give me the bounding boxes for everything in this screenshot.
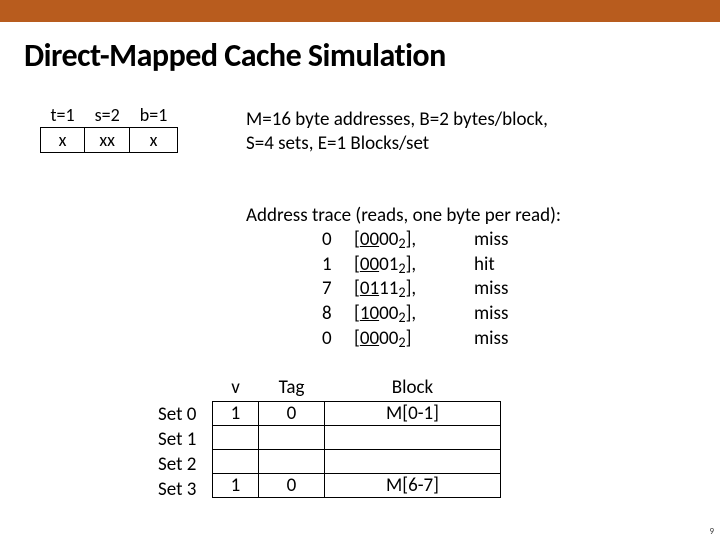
cache-cell-tag: 0	[259, 402, 325, 426]
trace-result: miss	[474, 327, 554, 352]
slide-title: Direct-Mapped Cache Simulation	[24, 36, 446, 75]
cache-cell-v	[213, 426, 259, 450]
cache-cell-block: M[0-1]	[325, 402, 501, 426]
bitfield-header-t: t=1	[41, 106, 85, 127]
trace-heading: Address trace (reads, one byte per read)…	[246, 204, 561, 228]
cache-row: 10M[6-7]	[213, 474, 501, 498]
accent-bar	[0, 0, 720, 22]
bitfield-header-b: b=1	[130, 106, 178, 127]
cache-cell-tag: 0	[259, 474, 325, 498]
trace-result: miss	[474, 228, 554, 253]
bitfield-cell-b: x	[130, 127, 178, 152]
cache-row-label: Set 3	[158, 477, 196, 502]
cache-cell-v: 1	[213, 402, 259, 426]
params-line-1: M=16 byte addresses, B=2 bytes/block,	[246, 108, 548, 132]
trace-addr: 8	[322, 302, 354, 327]
bitfield-cell-t: x	[41, 127, 85, 152]
trace-result: hit	[474, 253, 554, 278]
cache-row	[213, 450, 501, 474]
cache-cell-tag	[259, 450, 325, 474]
bitfield-cell-s: xx	[85, 127, 130, 152]
cache-cell-block	[325, 426, 501, 450]
cache-row-label: Set 2	[158, 452, 196, 477]
bitfield-table: t=1 s=2 b=1 x xx x	[40, 106, 178, 153]
trace-addr: 7	[322, 277, 354, 302]
trace-bits: [01112],	[354, 277, 474, 302]
trace-row: 7[01112],miss	[246, 277, 561, 302]
cache-row-label: Set 1	[158, 427, 196, 452]
trace-row: 0[00002]miss	[246, 327, 561, 352]
cache-col-v: v	[213, 376, 259, 402]
cache-col-blk: Block	[325, 376, 501, 402]
trace-bits: [10002],	[354, 302, 474, 327]
trace-result: miss	[474, 302, 554, 327]
cache-cell-block	[325, 450, 501, 474]
bitfield-header-s: s=2	[85, 106, 130, 127]
cache-table: v Tag Block 10M[0-1]10M[6-7]	[212, 376, 501, 498]
trace-bits: [00002]	[354, 327, 474, 352]
cache-row	[213, 426, 501, 450]
trace-row: 1[00012],hit	[246, 253, 561, 278]
slide-body: Direct-Mapped Cache Simulation t=1 s=2 b…	[0, 22, 720, 540]
cache-cell-v	[213, 450, 259, 474]
cache-table-wrap: Set 0Set 1Set 2Set 3 v Tag Block 10M[0-1…	[212, 376, 501, 498]
trace-addr: 1	[322, 253, 354, 278]
cache-col-tag: Tag	[259, 376, 325, 402]
cache-cell-v: 1	[213, 474, 259, 498]
page-number: 9	[709, 526, 714, 537]
cache-cell-tag	[259, 426, 325, 450]
trace-result: miss	[474, 277, 554, 302]
params-block: M=16 byte addresses, B=2 bytes/block, S=…	[246, 108, 548, 156]
trace-bits: [00002],	[354, 228, 474, 253]
trace-row: 0[00002],miss	[246, 228, 561, 253]
cache-row: 10M[0-1]	[213, 402, 501, 426]
cache-cell-block: M[6-7]	[325, 474, 501, 498]
trace-bits: [00012],	[354, 253, 474, 278]
address-trace: Address trace (reads, one byte per read)…	[246, 204, 561, 352]
params-line-2: S=4 sets, E=1 Blocks/set	[246, 132, 548, 156]
trace-row: 8[10002],miss	[246, 302, 561, 327]
trace-addr: 0	[322, 228, 354, 253]
trace-addr: 0	[322, 327, 354, 352]
cache-row-label: Set 0	[158, 402, 196, 427]
